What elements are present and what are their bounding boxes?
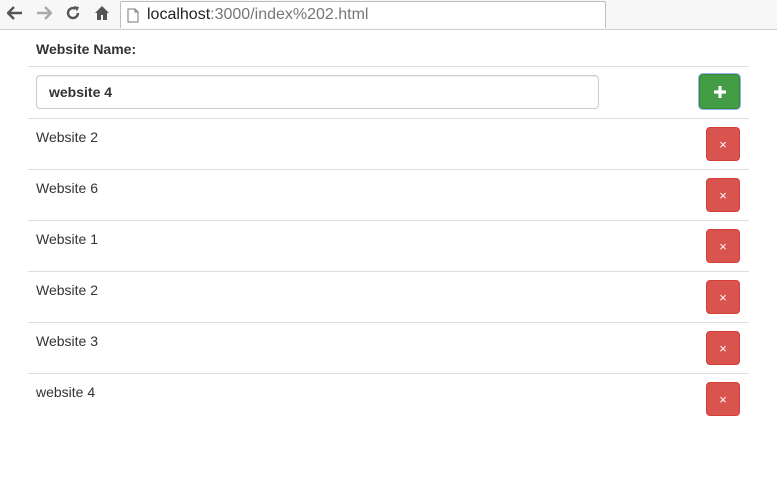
arrow-left-icon xyxy=(7,6,22,20)
arrow-right-icon xyxy=(37,6,52,20)
website-name: Website 3 xyxy=(36,333,98,349)
delete-website-button[interactable]: × xyxy=(706,229,740,263)
list-item: Website 6 × xyxy=(28,170,749,221)
website-name: Website 1 xyxy=(36,231,98,247)
delete-website-button[interactable]: × xyxy=(706,127,740,161)
page-icon xyxy=(127,8,139,22)
delete-website-button[interactable]: × xyxy=(706,382,740,416)
website-name: Website 6 xyxy=(36,180,98,196)
list-item: website 4 × xyxy=(28,374,749,425)
add-website-button[interactable] xyxy=(699,74,740,109)
form-header: Website Name: xyxy=(28,30,749,67)
home-icon xyxy=(95,6,109,20)
home-button[interactable] xyxy=(91,3,113,23)
back-button[interactable] xyxy=(4,3,26,23)
address-bar[interactable]: localhost:3000/index%202.html xyxy=(120,1,606,28)
list-item: Website 2 × xyxy=(28,272,749,323)
delete-website-button[interactable]: × xyxy=(706,331,740,365)
url-text: localhost:3000/index%202.html xyxy=(147,6,369,23)
reload-icon xyxy=(66,6,80,20)
browser-toolbar: localhost:3000/index%202.html xyxy=(0,0,777,30)
website-name: website 4 xyxy=(36,384,96,400)
website-list-panel: Website Name: Website 2×Website 6×Websit… xyxy=(28,30,749,425)
delete-website-button[interactable]: × xyxy=(706,178,740,212)
reload-button[interactable] xyxy=(62,3,84,23)
plus-icon xyxy=(713,85,726,98)
website-name-label: Website Name: xyxy=(36,41,137,57)
list-item: Website 1 × xyxy=(28,221,749,272)
website-name: Website 2 xyxy=(36,282,98,298)
list-item: Website 3 × xyxy=(28,323,749,374)
list-item: Website 2 × xyxy=(28,119,749,170)
add-website-row xyxy=(28,67,749,119)
website-name: Website 2 xyxy=(36,129,98,145)
website-name-input[interactable] xyxy=(36,75,599,109)
website-list: Website 2 × Website 6 × Website 1 × Website 2 ×… xyxy=(28,119,749,425)
delete-website-button[interactable]: × xyxy=(706,280,740,314)
forward-button[interactable] xyxy=(33,3,55,23)
